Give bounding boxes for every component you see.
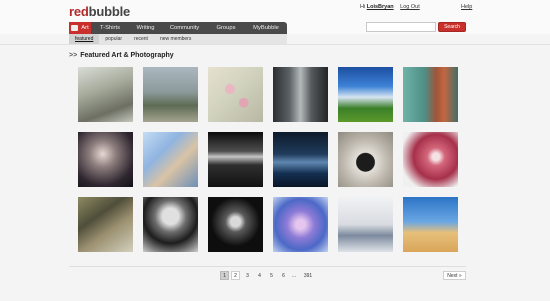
page-link-6[interactable]: 6 — [279, 271, 288, 280]
logo-text-red: red — [69, 4, 89, 19]
gallery-thumb[interactable] — [338, 197, 393, 252]
nav-tab-tshirts[interactable]: T-Shirts — [91, 22, 129, 34]
page-ellipsis: ... — [291, 272, 297, 279]
gallery-thumb[interactable] — [143, 132, 198, 187]
gallery-thumb[interactable] — [338, 132, 393, 187]
logout-link[interactable]: Log Out — [400, 4, 420, 10]
gallery-thumb[interactable] — [208, 197, 263, 252]
page-link-2[interactable]: 2 — [231, 271, 240, 280]
page-link-4[interactable]: 4 — [255, 271, 264, 280]
sub-nav: featured popular recent new members — [69, 34, 287, 44]
greeting-text: Hi — [360, 4, 366, 10]
subnav-recent[interactable]: recent — [128, 34, 154, 44]
page-link-391[interactable]: 391 — [300, 271, 316, 280]
nav-tab-writing[interactable]: Writing — [129, 22, 162, 34]
redbubble-logo[interactable]: redbubble — [69, 4, 130, 19]
gallery-thumb[interactable] — [78, 197, 133, 252]
subnav-new-members[interactable]: new members — [154, 34, 197, 44]
page-link-5[interactable]: 5 — [267, 271, 276, 280]
logo-text-black: bubble — [88, 4, 131, 19]
nav-tab-groups[interactable]: Groups — [207, 22, 245, 34]
search-input[interactable] — [366, 22, 436, 32]
help-link[interactable]: Help — [461, 4, 472, 10]
gallery-thumb[interactable] — [273, 132, 328, 187]
gallery-thumb[interactable] — [78, 132, 133, 187]
gallery-thumb[interactable] — [143, 67, 198, 122]
header-divider — [0, 44, 550, 45]
gallery-thumb[interactable] — [403, 67, 458, 122]
section-title-text: Featured Art & Photography — [80, 52, 174, 59]
gallery-thumb[interactable] — [143, 197, 198, 252]
page-link-1[interactable]: 1 — [220, 271, 229, 280]
nav-tab-art[interactable]: Art — [69, 22, 91, 34]
next-page-button[interactable]: Next » — [443, 271, 466, 280]
pagination-divider — [69, 266, 466, 267]
subnav-popular[interactable]: popular — [99, 34, 128, 44]
subnav-featured[interactable]: featured — [69, 34, 100, 44]
gallery-thumb[interactable] — [208, 67, 263, 122]
user-nav: Hi LoisBryan Log Out Help — [360, 4, 472, 10]
gallery-thumb[interactable] — [273, 67, 328, 122]
nav-tab-mybubble[interactable]: MyBubble — [245, 22, 287, 34]
search-button[interactable]: Search — [438, 22, 466, 32]
gallery-thumb[interactable] — [338, 67, 393, 122]
gallery-thumb[interactable] — [403, 197, 458, 252]
nav-tab-label: Art — [81, 25, 89, 31]
main-nav: Art T-Shirts Writing Community Groups My… — [69, 22, 287, 34]
section-title: >> Featured Art & Photography — [69, 52, 174, 59]
double-arrow-icon: >> — [69, 52, 78, 59]
gallery-thumb[interactable] — [273, 197, 328, 252]
username-link[interactable]: LoisBryan — [367, 4, 394, 10]
gallery-thumb[interactable] — [78, 67, 133, 122]
home-icon — [71, 25, 79, 31]
gallery-thumb[interactable] — [208, 132, 263, 187]
nav-tab-community[interactable]: Community — [162, 22, 207, 34]
page-link-3[interactable]: 3 — [243, 271, 252, 280]
gallery-thumb[interactable] — [403, 132, 458, 187]
